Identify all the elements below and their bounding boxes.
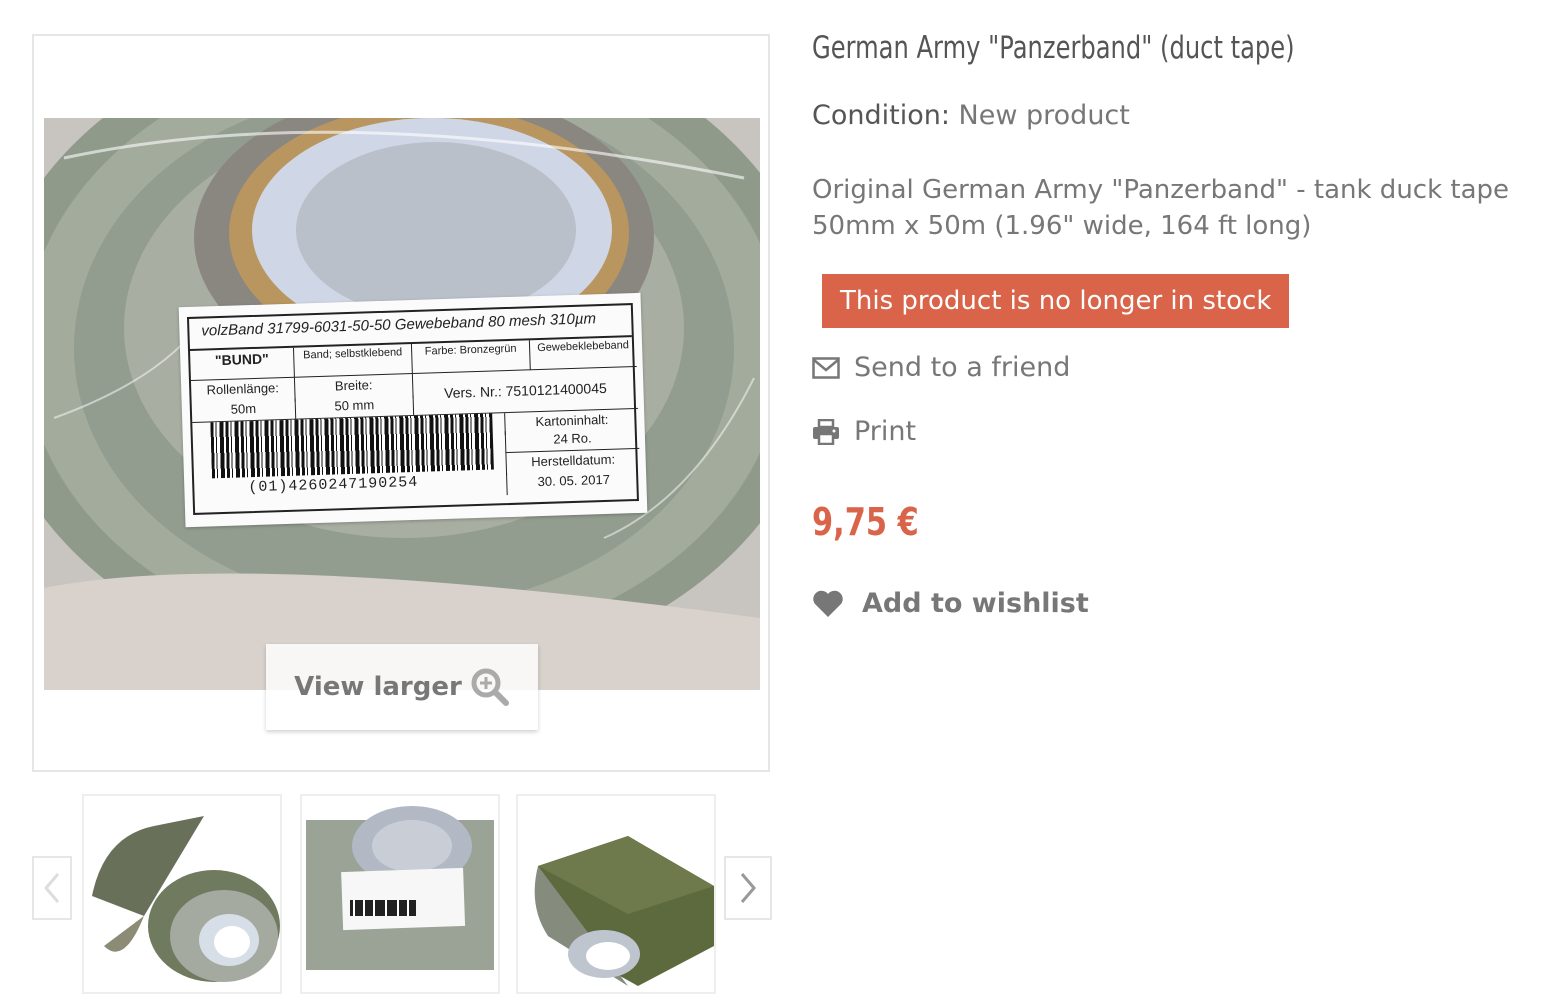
main-image-frame[interactable]: volzBand 31799-6031-50-50 Gewebeband 80 … <box>32 34 770 772</box>
print-link[interactable]: Print <box>812 416 916 447</box>
label-band: Band; selbstklebend <box>293 344 413 378</box>
label-header: volzBand 31799-6031-50-50 Gewebeband 80 … <box>201 310 597 340</box>
tape-roll-label-image <box>302 796 498 992</box>
zoom-in-icon <box>470 667 510 707</box>
condition-label: Condition: <box>812 100 950 131</box>
main-product-photo[interactable]: volzBand 31799-6031-50-50 Gewebeband 80 … <box>44 118 760 690</box>
view-larger-button[interactable]: View larger <box>266 644 538 730</box>
barcode <box>210 413 494 479</box>
heart-icon <box>813 590 843 617</box>
view-larger-label: View larger <box>294 672 462 702</box>
send-to-friend-label: Send to a friend <box>854 352 1071 383</box>
product-condition: Condition: New product <box>812 100 1130 131</box>
label-herstell-value: 30. 05. 2017 <box>506 468 641 496</box>
condition-value: New product <box>958 100 1130 131</box>
add-to-wishlist-label: Add to wishlist <box>862 588 1089 619</box>
description-line-2: 50mm x 50m (1.96" wide, 164 ft long) <box>812 211 1312 241</box>
envelope-icon <box>812 356 840 379</box>
chevron-right-icon <box>740 873 756 903</box>
description-line-1: Original German Army "Panzerband" - tank… <box>812 175 1510 205</box>
add-to-wishlist-link[interactable]: Add to wishlist <box>812 588 1089 619</box>
label-gewebe: Gewebeklebeband <box>529 336 637 371</box>
thumbnails-next-button[interactable] <box>724 856 772 920</box>
label-bund: "BUND" <box>190 347 295 381</box>
product-title: German Army "Panzerband" (duct tape) <box>812 30 1295 66</box>
thumbnail-1[interactable] <box>82 794 282 994</box>
tape-label: volzBand 31799-6031-50-50 Gewebeband 80 … <box>178 292 648 528</box>
stock-status-badge: This product is no longer in stock <box>822 274 1290 328</box>
printer-icon <box>813 418 839 445</box>
chevron-left-icon <box>44 873 60 903</box>
print-label: Print <box>854 416 917 447</box>
tape-roll-side-image <box>518 796 714 992</box>
product-description: Original German Army "Panzerband" - tank… <box>812 172 1532 244</box>
label-farbe: Farbe: Bronzegrün <box>411 340 531 374</box>
tape-roll-unrolled-image <box>84 796 280 992</box>
thumbnail-3[interactable] <box>516 794 716 994</box>
thumbnail-2[interactable] <box>300 794 500 994</box>
label-vers-nr: Vers. Nr.: 7510121400045 <box>412 366 639 416</box>
product-price: 9,75 € <box>812 500 919 544</box>
thumbnails-prev-button[interactable] <box>32 856 72 920</box>
send-to-friend-link[interactable]: Send to a friend <box>812 352 1070 383</box>
